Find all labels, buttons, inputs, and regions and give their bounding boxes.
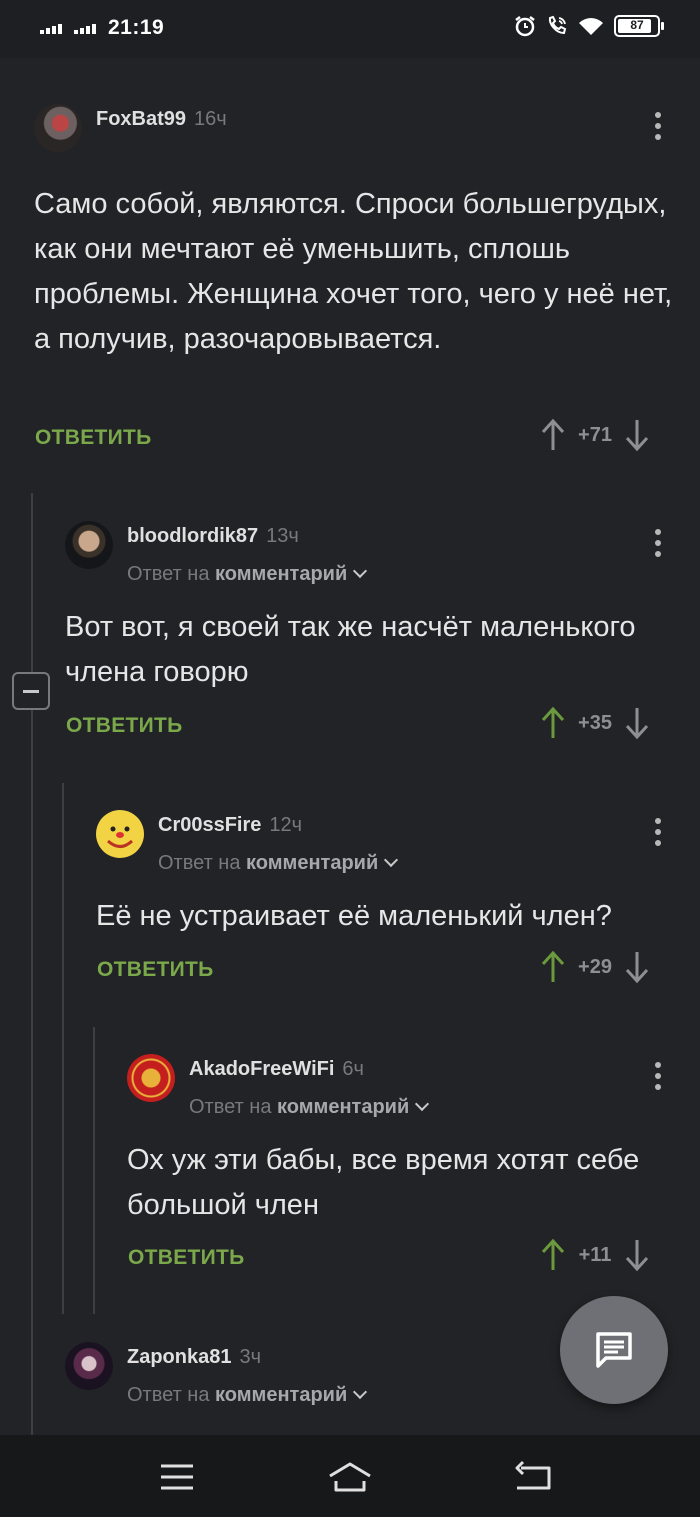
reply-button[interactable]: ОТВЕТИТЬ [66,714,183,738]
navigation-bar [0,1435,700,1517]
arrow-down-icon[interactable] [625,1238,649,1272]
chevron-down-icon [415,1096,430,1112]
reply-to[interactable]: Ответ на комментарий [127,563,368,586]
back-icon[interactable] [508,1459,558,1495]
reply-button[interactable]: ОТВЕТИТЬ [97,958,214,982]
reply-to[interactable]: Ответ на комментарий [158,852,399,875]
comment-author[interactable]: AkadoFreeWiFi 6ч [189,1058,364,1081]
comment-time: 12ч [269,814,303,836]
reply-to[interactable]: Ответ на комментарий [189,1096,430,1119]
chevron-down-icon [384,852,399,868]
avatar[interactable] [34,104,82,152]
comment-score: +71 [578,423,612,446]
comment: Cr00ssFire 12ч Ответ на комментарий Её не… [96,810,676,932]
comment-text: Ох уж эти бабы, все время хотят себе бол… [127,1144,640,1221]
wifi-icon [579,18,603,35]
reply-button[interactable]: ОТВЕТИТЬ [128,1246,245,1270]
comment-time: 6ч [342,1058,364,1080]
arrow-up-icon[interactable] [541,706,565,740]
avatar[interactable] [65,521,113,569]
comment-text: Само собой, являются. Спроси большегруды… [34,188,673,355]
new-comment-button[interactable] [560,1296,668,1404]
comment-text: Вот вот, я своей так же насчёт маленьког… [65,611,636,688]
battery-icon: 87 [614,15,664,37]
status-time: 21:19 [108,16,165,39]
thread-line-level-2 [62,783,64,1314]
comment-score: +11 [578,1243,612,1266]
thread-line-level-1 [31,493,33,1435]
more-vert-icon[interactable] [655,529,663,557]
comment-author[interactable]: Zaponka81 3ч [127,1346,261,1369]
signal-icon-2 [74,22,96,34]
status-bar: 21:19 87 [0,0,700,58]
chevron-down-icon [353,563,368,579]
reply-button[interactable]: ОТВЕТИТЬ [35,426,152,450]
more-vert-icon[interactable] [655,112,663,140]
collapse-thread-button[interactable] [12,672,50,710]
more-vert-icon[interactable] [655,818,663,846]
more-vert-icon[interactable] [655,1062,663,1090]
menu-icon[interactable] [152,1459,202,1495]
comment: bloodlordik87 13ч Ответ на комментарий Во… [65,521,675,688]
comment: AkadoFreeWiFi 6ч Ответ на комментарий Ох … [127,1054,677,1221]
comment-score: +35 [578,711,612,734]
arrow-down-icon[interactable] [625,706,649,740]
thread-line-level-3 [93,1027,95,1314]
avatar[interactable] [65,1342,113,1390]
arrow-up-icon[interactable] [541,1238,565,1272]
wifi-call-icon [548,15,567,35]
reply-to[interactable]: Ответ на комментарий [127,1384,368,1407]
avatar[interactable] [96,810,144,858]
comment: FoxBat99 16ч Само собой, являются. Спроси… [34,104,674,355]
comment-time: 13ч [266,525,299,547]
signal-icon [40,22,62,34]
arrow-down-icon[interactable] [625,418,649,452]
comment-time: 3ч [239,1346,262,1368]
comment-author[interactable]: Cr00ssFire 12ч [158,814,302,837]
comment-text: Её не устраивает её маленький член? [96,900,612,932]
arrow-down-icon[interactable] [625,950,649,984]
alarm-icon [515,16,535,37]
comment-author[interactable]: FoxBat99 16ч [96,108,227,131]
comment-score: +29 [578,955,612,978]
chat-icon [596,1332,632,1368]
comment-author[interactable]: bloodlordik87 13ч [127,525,299,548]
avatar[interactable] [127,1054,175,1102]
comment-time: 16ч [194,108,227,130]
arrow-up-icon[interactable] [541,950,565,984]
home-icon[interactable] [325,1459,375,1495]
chevron-down-icon [353,1384,368,1400]
arrow-up-icon[interactable] [541,418,565,452]
